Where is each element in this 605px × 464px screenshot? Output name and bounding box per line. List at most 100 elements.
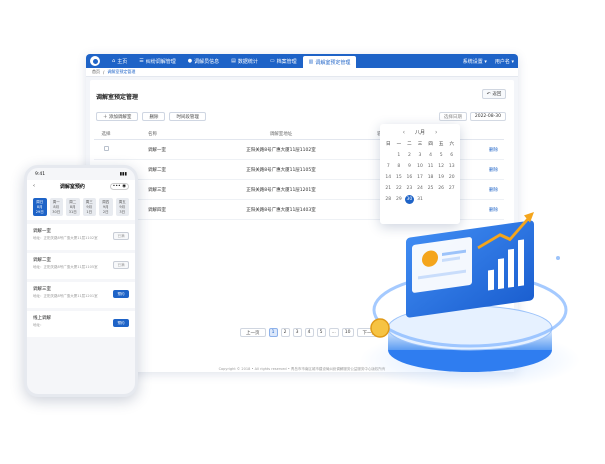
screen-group [406, 212, 534, 318]
calendar-day[interactable]: 26 [436, 184, 447, 193]
calendar-weekday: 四 [428, 142, 433, 147]
calendar-header: ‹ 八月 › [383, 128, 457, 137]
calendar-day[interactable]: 20 [446, 173, 457, 182]
prev-page-button[interactable]: 上一页 [240, 328, 266, 337]
calendar-day[interactable]: 12 [436, 162, 447, 171]
room-book-button[interactable]: 预约 [113, 319, 129, 327]
page-button[interactable]: 5 [316, 328, 326, 337]
calendar-day[interactable]: 17 [415, 173, 426, 182]
user-menu[interactable]: 用户名 ▾ [495, 58, 514, 65]
calendar-day[interactable]: 25 [425, 184, 436, 193]
row-checkbox-cell [94, 146, 118, 153]
day-tab[interactable]: 周一 8月 30日 [49, 198, 63, 216]
calendar-day[interactable]: 1 [394, 151, 405, 160]
day-date: 29日 [35, 209, 44, 214]
phone-status-bar: 9:41 ▮▮▮ [27, 168, 135, 180]
calendar-day[interactable]: 5 [436, 151, 447, 160]
breadcrumb-sep: / [103, 69, 105, 75]
day-date: 2日 [102, 209, 109, 214]
bar-icon [488, 269, 494, 291]
date-input[interactable]: 2022-08-30 [469, 112, 506, 121]
calendar-day[interactable]: 11 [425, 162, 436, 171]
folder-icon: ▭ [269, 58, 275, 64]
calendar-day[interactable]: 9 [404, 162, 415, 171]
screen-card [412, 237, 472, 293]
home-icon: ⌂ [112, 58, 116, 64]
calendar-day[interactable]: 21 [383, 184, 394, 193]
breadcrumb-home[interactable]: 首页 [92, 69, 100, 75]
time-slot-button[interactable]: 时间段管理 [169, 112, 206, 121]
page-button[interactable]: 4 [304, 328, 314, 337]
chevron-right-icon[interactable]: › [435, 129, 437, 136]
chevron-left-icon[interactable]: ‹ [403, 129, 405, 136]
add-room-button[interactable]: ＋ 添加调解室 [96, 112, 139, 121]
calendar-day[interactable]: 27 [446, 184, 457, 193]
list-item: 调解一室 地址：正阳关路8号广惠大厦11层1102室 已满 [27, 224, 135, 250]
battery-icon: ▮▮▮ [119, 171, 127, 177]
day-date: 3日 [119, 209, 126, 214]
day-date: 30日 [52, 209, 61, 214]
calendar-day[interactable]: 24 [415, 184, 426, 193]
calendar-day[interactable]: 7 [383, 162, 394, 171]
calendar-month: 八月 [414, 130, 425, 136]
calendar-day[interactable]: 13 [446, 162, 457, 171]
nav-label: 主页 [117, 58, 128, 65]
calendar-day[interactable]: 2 [404, 151, 415, 160]
nav-item-stats[interactable]: ▤ 数据统计 [225, 54, 264, 68]
calendar-day[interactable]: 10 [415, 162, 426, 171]
toolbar: ＋ 添加调解室 删除 时间段管理 [96, 112, 206, 121]
day-tab[interactable]: 周日 8月 29日 [33, 198, 47, 216]
logo-icon [90, 56, 100, 66]
settings-menu[interactable]: 系统设置 ▾ [463, 58, 487, 65]
nav-label: 纠纷调解管理 [145, 58, 176, 65]
nav-item-mediator[interactable]: ● 调解员信息 [182, 54, 225, 68]
sparkle-icon [556, 256, 560, 260]
calendar-day[interactable]: 23 [404, 184, 415, 193]
calendar-weekday: 一 [396, 142, 402, 147]
calendar-day[interactable]: 14 [383, 173, 394, 182]
nav-item-room-booking[interactable]: ▥ 调解室预定管理 [302, 56, 357, 68]
page-button[interactable]: 3 [292, 328, 302, 337]
top-nav-bar: ⌂ 主页 ☰ 纠纷调解管理 ● 调解员信息 ▤ 数据统计 ▭ 档案管理 ▥ 调解室预定管理 … [86, 54, 518, 68]
more-icon[interactable]: ••• ◉ [109, 182, 129, 190]
nav-item-dispute[interactable]: ☰ 纠纷调解管理 [133, 54, 182, 68]
room-full-button: 已满 [113, 232, 129, 240]
calendar-day[interactable]: 16 [404, 173, 415, 182]
calendar-day[interactable]: 15 [394, 173, 405, 182]
col-name: 名称 [148, 131, 157, 137]
delete-button[interactable]: 删除 [142, 112, 166, 121]
room-list: 调解一室 地址：正阳关路8号广惠大厦11层1102室 已满 调解二室 地址：正阳… [27, 224, 135, 337]
page-title: 调解室预定管理 [96, 94, 139, 101]
calendar-weekday: 日 [386, 142, 391, 147]
user-icon: ● [187, 58, 193, 64]
calendar-day[interactable]: 6 [446, 151, 457, 160]
col-address: 调解室地址 [269, 131, 293, 137]
day-tab[interactable]: 周三 9月 1日 [82, 198, 96, 216]
dashboard-illustration [360, 212, 580, 390]
calendar-day[interactable]: 18 [425, 173, 436, 182]
calendar-day[interactable]: 22 [394, 184, 405, 193]
calendar-day[interactable]: 3 [415, 151, 426, 160]
back-button[interactable]: ↶ 返回 [482, 89, 506, 99]
bar-icon [498, 258, 504, 290]
stage: ⌂ 主页 ☰ 纠纷调解管理 ● 调解员信息 ▤ 数据统计 ▭ 档案管理 ▥ 调解室预定管理 … [0, 0, 605, 464]
day-tab[interactable]: 周五 9月 3日 [115, 198, 129, 216]
list-item: 调解三室 地址：正阳关路8号广惠大厦11层1201室 预约 [27, 282, 135, 308]
day-tab[interactable]: 周二 8月 31日 [66, 198, 80, 216]
page-button[interactable]: 1 [268, 328, 278, 337]
nav-label: 档案管理 [276, 58, 297, 65]
calendar-day[interactable]: 4 [425, 151, 436, 160]
room-book-button[interactable]: 预约 [113, 290, 129, 298]
calendar-weekday: 二 [407, 142, 412, 147]
calendar-day[interactable]: 19 [436, 173, 447, 182]
row-checkbox[interactable] [103, 146, 109, 151]
calendar-day[interactable]: 8 [394, 162, 405, 171]
cell-name: 调解一室 [148, 147, 166, 153]
mobile-phone: 9:41 ▮▮▮ ‹ 调解室预约 ••• ◉ 周日 8月 29日 周一 8月 30日 周… [24, 165, 138, 397]
nav-item-archive[interactable]: ▭ 档案管理 [264, 54, 303, 68]
nav-item-home[interactable]: ⌂ 主页 [106, 54, 133, 68]
page-button[interactable]: 2 [280, 328, 290, 337]
room-full-button: 已满 [113, 261, 129, 269]
date-label: 选择日期 [438, 112, 467, 121]
day-tab[interactable]: 周四 9月 2日 [99, 198, 113, 216]
